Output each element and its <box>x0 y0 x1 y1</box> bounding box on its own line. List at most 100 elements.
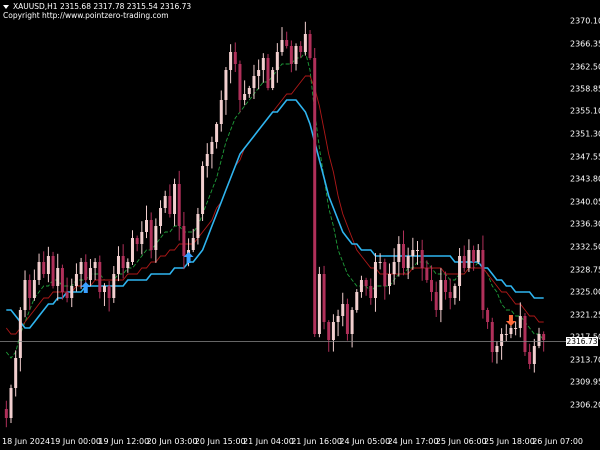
candle-body <box>229 52 233 70</box>
candle-body <box>299 46 303 52</box>
candle-body <box>93 262 97 268</box>
candle-body <box>397 244 401 262</box>
price-tick-label: 2306.20 <box>570 400 600 410</box>
candle-body <box>149 220 153 250</box>
candle-body <box>252 76 256 88</box>
candle-body <box>453 286 457 298</box>
candle-body <box>173 184 177 214</box>
price-tick-label: 2332.50 <box>570 242 600 252</box>
candle-body <box>294 46 298 64</box>
current-price-label: 2316.73 <box>566 337 598 347</box>
price-tick-label: 2370.10 <box>570 16 600 26</box>
candle-body <box>140 232 144 244</box>
price-axis[interactable]: 2370.10 2366.35 2362.50 2358.85 2355.10 2351.… <box>566 0 600 434</box>
candle-body <box>387 274 391 286</box>
candle-body <box>364 280 368 286</box>
candle-body <box>271 70 275 88</box>
time-tick-label: 25 Jun 06:00 <box>435 437 487 446</box>
time-tick-label: 21 Jun 16:00 <box>291 437 343 446</box>
candle-body <box>331 322 335 340</box>
candle-body <box>233 52 237 64</box>
sell-arrow-icon <box>505 315 516 326</box>
candle-body <box>532 346 536 364</box>
candle-body <box>420 250 424 268</box>
candle-body <box>145 220 149 232</box>
candle-body <box>458 256 462 286</box>
price-tick-label: 2321.25 <box>570 310 600 319</box>
candle-body <box>359 280 363 292</box>
candle-body <box>102 286 106 292</box>
slow_ma-line <box>6 99 544 329</box>
time-tick-label: 24 Jun 05:00 <box>339 437 391 446</box>
price-tick-label: 2362.50 <box>570 62 600 72</box>
candle-body <box>444 280 448 292</box>
candle-body <box>430 280 434 292</box>
chart-window[interactable]: XAUUSD,H1 2315.68 2317.78 2315.54 2316.7… <box>0 0 600 450</box>
candle-body <box>369 286 373 298</box>
candle-body <box>177 184 181 226</box>
candle-body <box>327 322 331 340</box>
candle-body <box>401 244 405 268</box>
candle-body <box>416 250 420 251</box>
candle-body <box>112 274 116 298</box>
candle-body <box>406 256 410 268</box>
candle-body <box>121 256 125 268</box>
price-tick-label: 2328.75 <box>570 265 600 274</box>
time-tick-label: 19 Jun 00:00 <box>50 437 102 446</box>
candle-body <box>486 310 490 322</box>
candle-body <box>28 280 32 298</box>
candle-body <box>462 256 466 268</box>
candle-body <box>126 262 130 268</box>
time-axis[interactable]: 18 Jun 2024 19 Jun 00:00 19 Jun 12:00 20 Ju… <box>0 434 583 450</box>
candle-body <box>275 52 279 70</box>
candle-body <box>500 334 504 346</box>
price-tick-label: 2340.05 <box>570 197 600 207</box>
candle-body <box>317 274 321 334</box>
candle-body <box>168 196 172 214</box>
candle-body <box>411 250 415 256</box>
candle-body <box>135 238 139 244</box>
price-tick-label: 2355.10 <box>570 106 600 116</box>
candle-body <box>439 280 443 310</box>
candle-body <box>84 262 88 280</box>
candle-body <box>495 346 499 352</box>
candle-body <box>14 358 18 388</box>
chevron-down-icon[interactable] <box>3 5 9 9</box>
candle-body <box>476 250 480 262</box>
time-tick-label: 24 Jun 17:00 <box>387 437 439 446</box>
candle-body <box>341 304 345 316</box>
candle-body <box>32 280 36 298</box>
symbol-header[interactable]: XAUUSD,H1 2315.68 2317.78 2315.54 2316.7… <box>3 2 191 11</box>
candle-body <box>130 238 134 262</box>
candle-body <box>472 250 476 262</box>
candle-body <box>425 268 429 280</box>
candle-body <box>238 64 242 100</box>
candle-body <box>201 166 205 214</box>
candle-body <box>205 154 209 166</box>
candle-body <box>448 292 452 298</box>
price-tick-label: 2336.30 <box>570 219 600 229</box>
candle-body <box>42 262 46 274</box>
candle-body <box>518 316 522 328</box>
candle-body <box>159 208 163 226</box>
candle-body <box>56 268 60 286</box>
candle-body <box>191 238 195 250</box>
price-tick-label: 2366.35 <box>570 39 600 49</box>
candle-body <box>154 226 158 250</box>
price-tick-label: 2347.55 <box>570 152 600 162</box>
candle-body <box>378 262 382 263</box>
price-tick-label: 2343.80 <box>570 174 600 184</box>
candle-body <box>542 334 546 340</box>
candle-body <box>303 34 307 52</box>
time-tick-label: 26 Jun 07:00 <box>532 437 584 446</box>
candle-body <box>481 250 485 310</box>
candle-body <box>504 334 508 335</box>
candle-body <box>23 280 27 310</box>
price-tick-label: 2358.85 <box>570 84 600 94</box>
candle-body <box>257 70 261 76</box>
candles <box>4 21 546 428</box>
candle-body <box>65 292 69 298</box>
candle-body <box>60 268 64 292</box>
price-chart[interactable] <box>0 0 566 434</box>
candle-body <box>509 328 513 334</box>
